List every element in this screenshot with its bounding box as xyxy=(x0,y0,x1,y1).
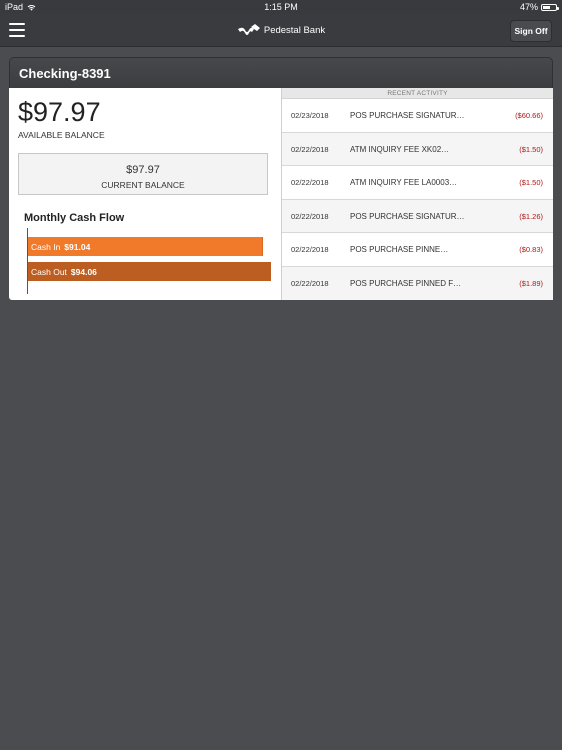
recent-activity-list: 02/23/2018 POS PURCHASE SIGNATUR… ($60.6… xyxy=(282,99,553,300)
cash-in-bar: Cash In $91.04 xyxy=(28,237,264,256)
status-time: 1:15 PM xyxy=(264,2,298,12)
activity-amount: ($1.89) xyxy=(519,278,543,288)
current-balance-label: CURRENT BALANCE xyxy=(101,180,185,190)
available-balance-label: AVAILABLE BALANCE xyxy=(18,130,105,140)
activity-date: 02/22/2018 xyxy=(291,278,329,288)
recent-activity-header: RECENT ACTIVITY xyxy=(282,88,553,99)
sign-off-button[interactable]: Sign Off xyxy=(510,20,552,42)
cash-out-bar: Cash Out $94.06 xyxy=(28,262,271,281)
activity-description: POS PURCHASE SIGNATUR… xyxy=(350,211,465,221)
activity-description: ATM INQUIRY FEE LA0003… xyxy=(350,178,458,187)
cash-out-label: Cash Out xyxy=(31,266,67,277)
activity-date: 02/22/2018 xyxy=(291,211,329,221)
activity-amount: ($1.50) xyxy=(519,178,543,187)
pedestal-bank-logo-icon xyxy=(237,24,260,35)
cash-in-label: Cash In xyxy=(31,241,61,252)
activity-row[interactable]: 02/22/2018 ATM INQUIRY FEE XK02… ($1.50) xyxy=(282,132,553,166)
activity-amount: ($60.66) xyxy=(515,111,543,120)
account-card: $97.97 AVAILABLE BALANCE $97.97 CURRENT … xyxy=(9,88,553,300)
activity-description: ATM INQUIRY FEE XK02… xyxy=(350,144,450,154)
activity-amount: ($1.50) xyxy=(519,144,543,154)
status-bar: iPad 1:15 PM 47% xyxy=(0,0,562,14)
activity-description: POS PURCHASE SIGNATUR… xyxy=(350,111,465,120)
battery-percent: 47% xyxy=(519,2,538,12)
status-right: 47% xyxy=(519,2,559,12)
activity-amount: ($1.26) xyxy=(519,211,543,221)
activity-row[interactable]: 02/22/2018 POS PURCHASE SIGNATUR… ($1.26… xyxy=(282,199,553,233)
activity-date: 02/23/2018 xyxy=(291,111,329,120)
battery-fill xyxy=(543,5,550,9)
cash-in-value: $91.04 xyxy=(64,241,91,252)
activity-date: 02/22/2018 xyxy=(291,178,329,187)
activity-amount: ($0.83) xyxy=(519,245,543,254)
activity-row[interactable]: 02/23/2018 POS PURCHASE SIGNATUR… ($60.6… xyxy=(282,99,553,133)
battery-icon xyxy=(541,3,559,11)
cash-out-value: $94.06 xyxy=(70,266,97,277)
activity-row[interactable]: 02/22/2018 ATM INQUIRY FEE LA0003… ($1.5… xyxy=(282,166,553,200)
activity-row[interactable]: 02/22/2018 POS PURCHASE PINNED F… ($1.89… xyxy=(282,266,553,300)
current-balance-box: $97.97 CURRENT BALANCE xyxy=(18,153,268,195)
current-balance-amount: $97.97 xyxy=(126,164,160,176)
balance-panel: $97.97 AVAILABLE BALANCE $97.97 CURRENT … xyxy=(9,88,281,300)
recent-activity-panel: RECENT ACTIVITY 02/23/2018 POS PURCHASE … xyxy=(281,88,553,300)
nav-bar: Pedestal Bank Sign Off xyxy=(0,14,562,47)
activity-date: 02/22/2018 xyxy=(291,245,329,254)
activity-row[interactable]: 02/22/2018 POS PURCHASE PINNE… ($0.83) xyxy=(282,233,553,267)
brand-name: Pedestal Bank xyxy=(263,25,326,36)
brand-logo: Pedestal Bank xyxy=(0,24,562,37)
account-card-header[interactable]: Checking-8391 xyxy=(9,57,553,88)
activity-description: POS PURCHASE PINNED F… xyxy=(350,278,462,288)
activity-date: 02/22/2018 xyxy=(291,144,329,154)
available-balance-amount: $97.97 xyxy=(18,97,101,127)
account-title: Checking-8391 xyxy=(19,66,111,81)
activity-description: POS PURCHASE PINNE… xyxy=(350,245,449,254)
cash-flow-title: Monthly Cash Flow xyxy=(24,212,125,224)
